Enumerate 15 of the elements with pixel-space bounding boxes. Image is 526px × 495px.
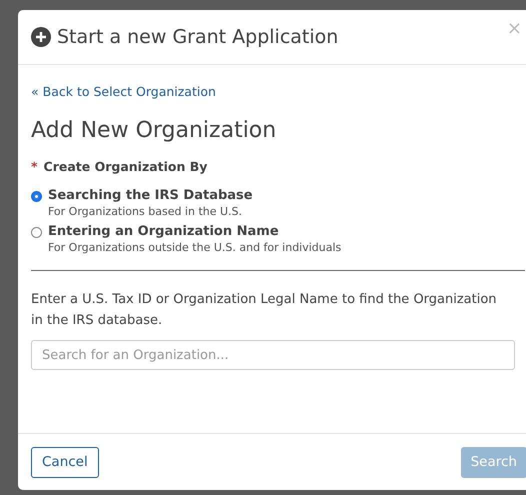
section-heading: Add New Organization — [31, 118, 278, 143]
instruction-text: Enter a U.S. Tax ID or Organization Legal Name to find the Organization in the IRS database. — [31, 291, 498, 330]
dialog-title: Start a new Grant Application — [57, 26, 338, 48]
cancel-button[interactable]: Cancel — [31, 446, 99, 478]
back-link[interactable]: « Back to Select Organization — [31, 84, 216, 99]
field-label: Create Organization By — [44, 159, 208, 174]
search-field[interactable]: Search for an Organization... — [31, 340, 515, 370]
radio-button[interactable] — [31, 191, 42, 202]
radio-button[interactable] — [31, 227, 42, 238]
required-marker: * — [31, 159, 38, 174]
option-label[interactable]: Entering an Organization Name — [48, 224, 342, 239]
option-description: For Organizations based in the U.S. — [48, 205, 244, 218]
option-description: For Organizations outside the U.S. and for individuals — [48, 241, 342, 254]
add-icon — [31, 27, 51, 47]
option-label[interactable]: Searching the IRS Database — [48, 188, 253, 203]
